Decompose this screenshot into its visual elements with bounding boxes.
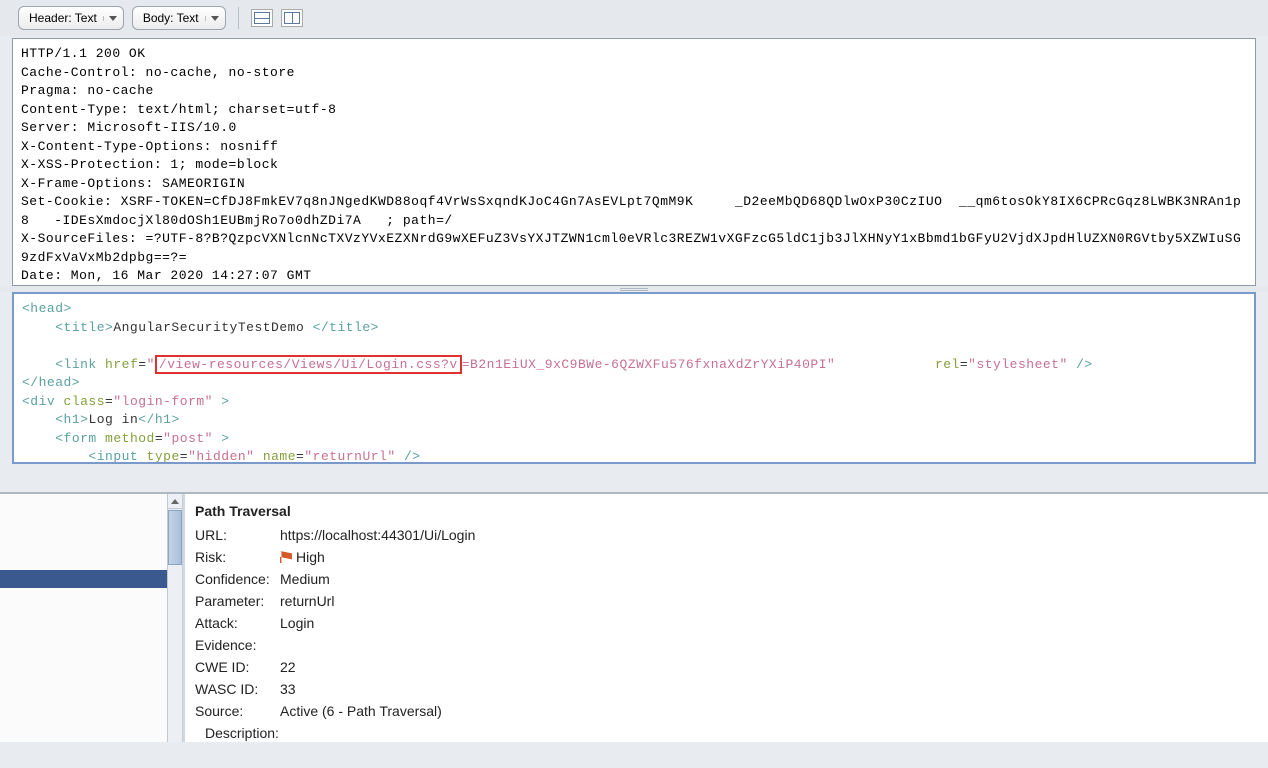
url-label: URL: <box>195 524 280 546</box>
header-mode-select[interactable]: Header: Text <box>18 6 124 30</box>
dropdown-caret <box>103 16 117 21</box>
split-vertical-button[interactable] <box>281 9 303 27</box>
body-mode-select[interactable]: Body: Text <box>132 6 226 30</box>
toolbar-divider <box>238 7 239 29</box>
alert-url-row: URL: https://localhost:44301/Ui/Login <box>195 524 1258 546</box>
cwe-label: CWE ID: <box>195 656 280 678</box>
selected-alert-row[interactable] <box>0 570 167 588</box>
split-horizontal-button[interactable] <box>251 9 273 27</box>
http-body-pane[interactable]: <head> <title>AngularSecurityTestDemo </… <box>12 292 1256 464</box>
body-mode-label: Body: Text <box>143 11 199 25</box>
risk-label: Risk: <box>195 546 280 568</box>
http-headers-pane[interactable]: HTTP/1.1 200 OK Cache-Control: no-cache,… <box>12 38 1256 286</box>
header-mode-label: Header: Text <box>29 11 97 25</box>
toolbar: Header: Text Body: Text <box>0 0 1268 36</box>
alert-source-row: Source: Active (6 - Path Traversal) <box>195 700 1258 722</box>
tree-scrollbar[interactable] <box>167 494 182 742</box>
url-value: https://localhost:44301/Ui/Login <box>280 524 475 546</box>
alert-risk-row: Risk: High <box>195 546 1258 568</box>
page-title-text: AngularSecurityTestDemo <box>113 320 304 335</box>
dropdown-caret <box>205 16 219 21</box>
cwe-value: 22 <box>280 656 296 678</box>
alert-details-pane: Path Traversal URL: https://localhost:44… <box>183 494 1268 742</box>
alert-title: Path Traversal <box>195 500 1258 522</box>
flag-icon <box>280 551 292 563</box>
scroll-up-button[interactable] <box>168 494 182 509</box>
alert-tree-pane[interactable] <box>0 494 183 742</box>
evidence-label: Evidence: <box>195 634 280 656</box>
parameter-label: Parameter: <box>195 590 280 612</box>
confidence-value: Medium <box>280 568 330 590</box>
alert-wasc-row: WASC ID: 33 <box>195 678 1258 700</box>
alert-confidence-row: Confidence: Medium <box>195 568 1258 590</box>
attack-label: Attack: <box>195 612 280 634</box>
confidence-label: Confidence: <box>195 568 280 590</box>
parameter-value: returnUrl <box>280 590 334 612</box>
alert-attack-row: Attack: Login <box>195 612 1258 634</box>
alert-description-row: Description: <box>205 722 1258 742</box>
alert-cwe-row: CWE ID: 22 <box>195 656 1258 678</box>
wasc-label: WASC ID: <box>195 678 280 700</box>
description-label: Description: <box>205 722 290 742</box>
attack-value: Login <box>280 612 314 634</box>
bottom-panel: Path Traversal URL: https://localhost:44… <box>0 492 1268 742</box>
scroll-thumb[interactable] <box>168 510 182 565</box>
href-rest: =B2n1EiUX_9xC9BWe-6QZWXFu576fxnaXdZrYXiP… <box>462 357 836 372</box>
source-label: Source: <box>195 700 280 722</box>
highlighted-href-segment: /view-resources/Views/Ui/Login.css?v <box>155 355 462 374</box>
alert-parameter-row: Parameter: returnUrl <box>195 590 1258 612</box>
risk-value: High <box>280 546 325 568</box>
source-value: Active (6 - Path Traversal) <box>280 700 442 722</box>
wasc-value: 33 <box>280 678 296 700</box>
alert-evidence-row: Evidence: <box>195 634 1258 656</box>
